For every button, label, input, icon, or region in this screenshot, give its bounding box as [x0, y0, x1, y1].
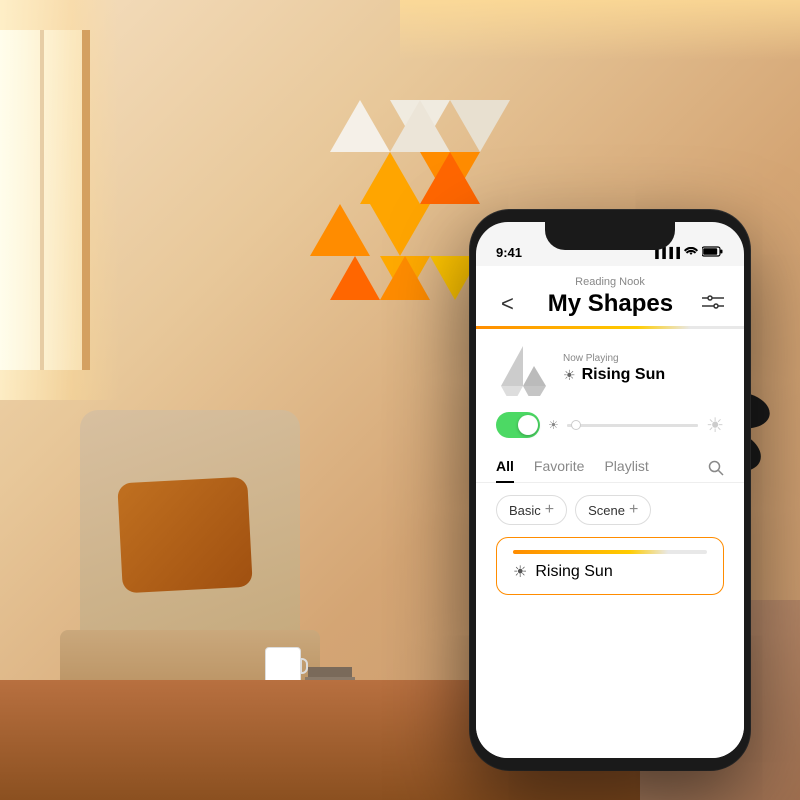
scene-item-name-row: ☀ Rising Sun [513, 562, 707, 582]
scene-sun-icon: ☀ [513, 562, 527, 582]
chair-cushion [117, 477, 253, 594]
nano-panel-5 [360, 152, 420, 204]
tabs-row: All Favorite Playlist [476, 450, 744, 483]
chip-basic-plus: + [545, 501, 554, 519]
chip-scene[interactable]: Scene + [575, 495, 651, 525]
brightness-icon-high: ☀ [706, 413, 724, 438]
nano-panel-10 [330, 256, 380, 300]
app-content: Reading Nook < My Shapes [476, 266, 744, 758]
sun-icon: ☀ [563, 367, 576, 384]
chip-scene-plus: + [629, 501, 638, 519]
chip-basic-label: Basic [509, 503, 541, 518]
nano-panel-4 [450, 100, 510, 152]
brightness-row: ☀ ☀ [476, 408, 744, 450]
now-playing-name: Rising Sun [582, 366, 666, 384]
chip-scene-label: Scene [588, 503, 625, 518]
wall-top-light [400, 0, 800, 60]
window-divider [40, 30, 44, 370]
now-playing-section: Now Playing ☀ Rising Sun [476, 329, 744, 408]
wifi-icon [684, 246, 698, 260]
status-time: 9:41 [496, 245, 522, 260]
now-playing-name-row: ☀ Rising Sun [563, 366, 724, 384]
phone-body: 9:41 ▐▐▐▐ Reading Nook < [470, 210, 750, 770]
book-top [308, 667, 352, 677]
scene-name: Rising Sun [535, 563, 612, 581]
back-button[interactable]: < [496, 291, 519, 317]
phone-screen: 9:41 ▐▐▐▐ Reading Nook < [476, 222, 744, 758]
nano-shape-preview [496, 341, 551, 396]
battery-icon [702, 246, 724, 260]
scene-item-color-bar [513, 550, 707, 554]
filter-button[interactable] [702, 293, 724, 316]
window-frame [0, 30, 90, 370]
brightness-slider[interactable] [567, 424, 698, 427]
tab-favorite[interactable]: Favorite [534, 458, 585, 482]
header-subtitle: Reading Nook [496, 276, 724, 288]
nano-panel-1 [330, 100, 390, 152]
nanoleaf-wall-panels [290, 100, 490, 320]
tab-playlist[interactable]: Playlist [604, 458, 648, 482]
phone-device: 9:41 ▐▐▐▐ Reading Nook < [470, 210, 750, 770]
power-toggle[interactable] [496, 412, 540, 438]
search-icon[interactable] [708, 460, 724, 481]
nano-panel-9 [370, 204, 430, 256]
toggle-knob [518, 415, 538, 435]
category-row: Basic + Scene + [476, 483, 744, 537]
page-title: My Shapes [519, 290, 702, 318]
scene-list-item[interactable]: ☀ Rising Sun [496, 537, 724, 595]
tab-all[interactable]: All [496, 458, 514, 482]
phone-notch [545, 222, 675, 250]
nano-panel-8 [310, 204, 370, 256]
brightness-icon-low: ☀ [548, 418, 559, 432]
chip-basic[interactable]: Basic + [496, 495, 567, 525]
header-row: < My Shapes [496, 290, 724, 318]
now-playing-info: Now Playing ☀ Rising Sun [563, 353, 724, 384]
app-header: Reading Nook < My Shapes [476, 266, 744, 326]
now-playing-label: Now Playing [563, 353, 724, 364]
mug-handle [300, 658, 308, 674]
